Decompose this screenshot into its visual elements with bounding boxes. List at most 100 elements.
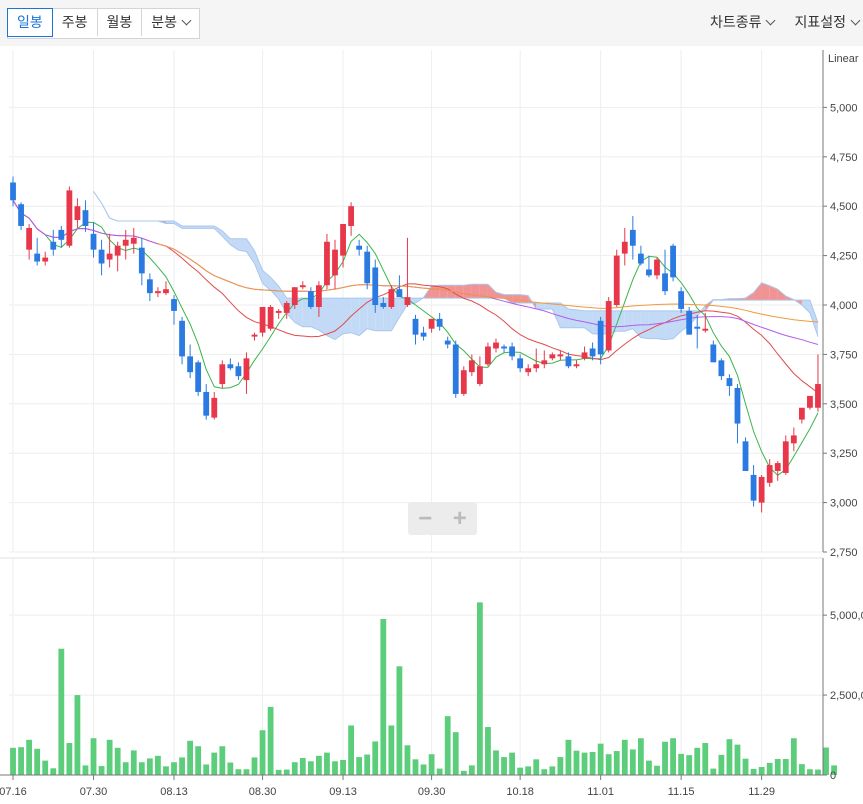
volume-bar [734, 744, 741, 775]
candle-body [396, 289, 403, 298]
candle-body [485, 346, 491, 365]
candle-body [710, 344, 717, 363]
volume-bar [605, 754, 612, 775]
stock-chart[interactable]: Linear 5,000 4,750 4,500 4,250 4,000 3,750 3,50… [0, 46, 863, 804]
period-minute-dropdown[interactable]: 분봉 [142, 9, 199, 36]
candle-body [195, 362, 202, 392]
time-tick-label: 09.13 [329, 786, 357, 798]
volume-bar [42, 760, 49, 775]
candle-body [171, 299, 177, 311]
candle-body [163, 289, 169, 294]
volume-bar [517, 767, 524, 775]
volume-bar [710, 768, 717, 775]
candle-body [694, 326, 701, 329]
candle-body [436, 318, 443, 327]
volume-bar [324, 752, 330, 775]
candle-body [686, 310, 693, 335]
volume-bar [179, 757, 185, 775]
time-tick-label: 08.13 [160, 786, 188, 798]
indicator-settings-label: 지표설정 [794, 14, 846, 30]
volume-bar [815, 769, 821, 775]
volume-bar [227, 762, 234, 775]
time-tick-label: 09.30 [418, 786, 446, 798]
volume-bar [130, 750, 137, 775]
candle-body [316, 285, 322, 307]
volume-bar [267, 706, 274, 775]
candle-body [18, 204, 24, 226]
volume-bar [10, 747, 16, 775]
volume-bar [219, 746, 226, 775]
volume-bar [774, 759, 781, 775]
volume-bar [460, 770, 467, 775]
candle-body [790, 435, 797, 444]
candle-body [557, 354, 564, 357]
volume-bar [428, 754, 435, 775]
period-daily-button[interactable]: 일봉 [7, 8, 53, 37]
time-tick-label: 07.30 [80, 786, 108, 798]
candle-body [275, 310, 282, 313]
price-tick-label: 5,000 [830, 102, 858, 114]
volume-bar [589, 751, 596, 775]
chart-toolbar: 일봉 주봉 월봉 분봉 차트종류 지표설정 [0, 0, 863, 46]
candle-body [766, 465, 773, 483]
time-tick-label: 07.16 [0, 786, 27, 798]
volume-bar [573, 750, 580, 775]
candle-body [573, 364, 580, 367]
chevron-down-icon [766, 15, 776, 25]
volume-bar [316, 755, 322, 775]
candle-body [388, 289, 395, 307]
period-weekly-button[interactable]: 주봉 [53, 9, 98, 36]
period-monthly-button[interactable]: 월봉 [98, 9, 143, 36]
chart-type-dropdown[interactable]: 차트종류 [710, 12, 776, 32]
candle-body [718, 360, 725, 377]
volume-bar [251, 757, 258, 775]
cloud-segment [270, 277, 279, 300]
volume-bar [726, 739, 733, 775]
volume-bar [718, 754, 725, 775]
candle-body [138, 247, 145, 274]
candle-body [26, 227, 33, 250]
candle-body [750, 474, 757, 501]
volume-bar [396, 666, 403, 775]
volume-bar [444, 716, 451, 775]
volume-bar [50, 768, 57, 775]
volume-bar [621, 739, 628, 775]
volume-bar [299, 758, 306, 775]
candle-body [807, 395, 813, 408]
volume-bar [597, 743, 604, 775]
volume-bar [509, 752, 515, 775]
candle-body [10, 182, 16, 201]
volume-bar [259, 730, 266, 775]
zoom-in-button[interactable]: + [443, 502, 478, 535]
cloud-segment [624, 310, 633, 332]
volume-bar [798, 764, 805, 775]
volume-tick-label: 2,500,00 [830, 690, 863, 702]
candle-body [742, 441, 749, 471]
candle-body [50, 241, 57, 250]
candle-body [74, 206, 81, 221]
candle-body [291, 287, 298, 305]
volume-bar [106, 739, 113, 775]
candle-body [106, 253, 113, 260]
chevron-down-icon [181, 15, 192, 26]
zoom-out-button[interactable]: − [408, 502, 443, 535]
cloud-segment [238, 238, 247, 252]
volume-bar [58, 648, 65, 775]
volume-bar [66, 743, 73, 775]
candle-body [629, 229, 636, 246]
candle-body [203, 391, 210, 416]
candle-body [42, 257, 49, 262]
candle-body [613, 255, 620, 305]
volume-bar [823, 747, 829, 775]
candle-body [98, 249, 105, 264]
candle-body [758, 476, 765, 503]
candle-body [219, 364, 226, 385]
cloud-segment [463, 284, 472, 299]
candle-body [726, 378, 733, 387]
volume-bar [452, 732, 459, 775]
candle-body [299, 285, 306, 288]
indicator-settings-dropdown[interactable]: 지표설정 [794, 12, 861, 32]
volume-bar [307, 761, 314, 775]
chevron-down-icon [850, 15, 861, 25]
candle-body [155, 291, 161, 294]
